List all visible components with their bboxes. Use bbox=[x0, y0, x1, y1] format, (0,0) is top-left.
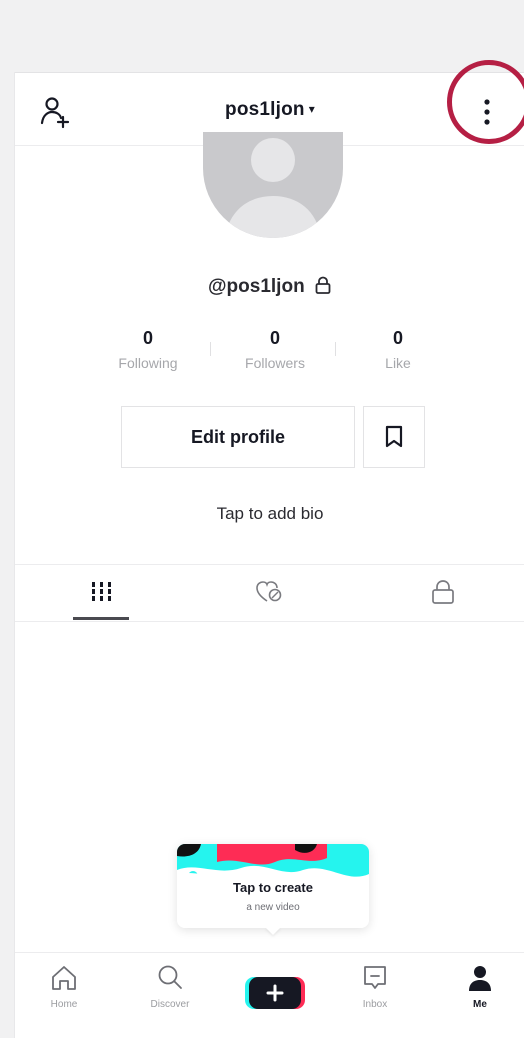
favorites-button[interactable] bbox=[363, 406, 425, 468]
nav-label: Home bbox=[50, 999, 78, 1010]
stat-label: Following bbox=[118, 355, 178, 371]
more-vertical-icon[interactable] bbox=[481, 98, 493, 126]
person-icon bbox=[469, 966, 491, 991]
tooltip-subtitle: a new video bbox=[246, 902, 300, 913]
edit-profile-button[interactable]: Edit profile bbox=[121, 406, 355, 468]
active-tab-indicator bbox=[73, 617, 129, 620]
home-icon bbox=[52, 966, 76, 990]
stat-value: 0 bbox=[269, 328, 280, 348]
username-title: pos1ljon bbox=[225, 99, 305, 120]
avatar[interactable] bbox=[203, 132, 343, 238]
stat-following[interactable]: 0 Following bbox=[103, 328, 193, 371]
stat-label: Followers bbox=[245, 355, 305, 371]
chevron-down-icon: ▾ bbox=[308, 102, 315, 116]
handle-text: @pos1ljon bbox=[208, 276, 305, 297]
divider bbox=[210, 342, 211, 356]
tooltip-pointer bbox=[265, 927, 281, 935]
private-lock-icon bbox=[315, 276, 331, 294]
bookmark-icon bbox=[385, 425, 403, 448]
grid-icon[interactable] bbox=[87, 579, 117, 605]
nav-me[interactable]: Me bbox=[445, 963, 515, 1010]
nav-label: Inbox bbox=[362, 999, 388, 1010]
stat-label: Like bbox=[385, 355, 411, 371]
profile-handle: @pos1ljon bbox=[15, 276, 524, 298]
create-video-button[interactable] bbox=[245, 973, 305, 1011]
divider bbox=[335, 342, 336, 356]
nav-discover[interactable]: Discover bbox=[135, 963, 205, 1010]
lock-icon[interactable] bbox=[428, 579, 458, 605]
liked-hearts-icon[interactable] bbox=[255, 579, 285, 605]
nav-label: Discover bbox=[150, 999, 190, 1010]
content-tabs bbox=[15, 564, 524, 622]
nav-inbox[interactable]: Inbox bbox=[340, 963, 410, 1010]
bottom-navigation: Home Discover Inbox Me bbox=[15, 952, 524, 1038]
stat-value: 0 bbox=[142, 328, 153, 348]
nav-home[interactable]: Home bbox=[29, 963, 99, 1010]
create-tooltip[interactable]: Tap to create a new video bbox=[177, 844, 369, 928]
stat-followers[interactable]: 0 Followers bbox=[225, 328, 325, 371]
search-icon bbox=[158, 965, 182, 989]
add-bio-link[interactable]: Tap to add bio bbox=[15, 504, 524, 524]
stat-value: 0 bbox=[392, 328, 403, 348]
tooltip-title: Tap to create bbox=[233, 880, 313, 895]
stat-likes[interactable]: 0 Like bbox=[361, 328, 435, 371]
nav-label: Me bbox=[473, 999, 487, 1010]
profile-screen: pos1ljon ▾ @pos1ljon 0 Following 0 Follow… bbox=[14, 60, 524, 1038]
inbox-icon bbox=[364, 966, 386, 989]
